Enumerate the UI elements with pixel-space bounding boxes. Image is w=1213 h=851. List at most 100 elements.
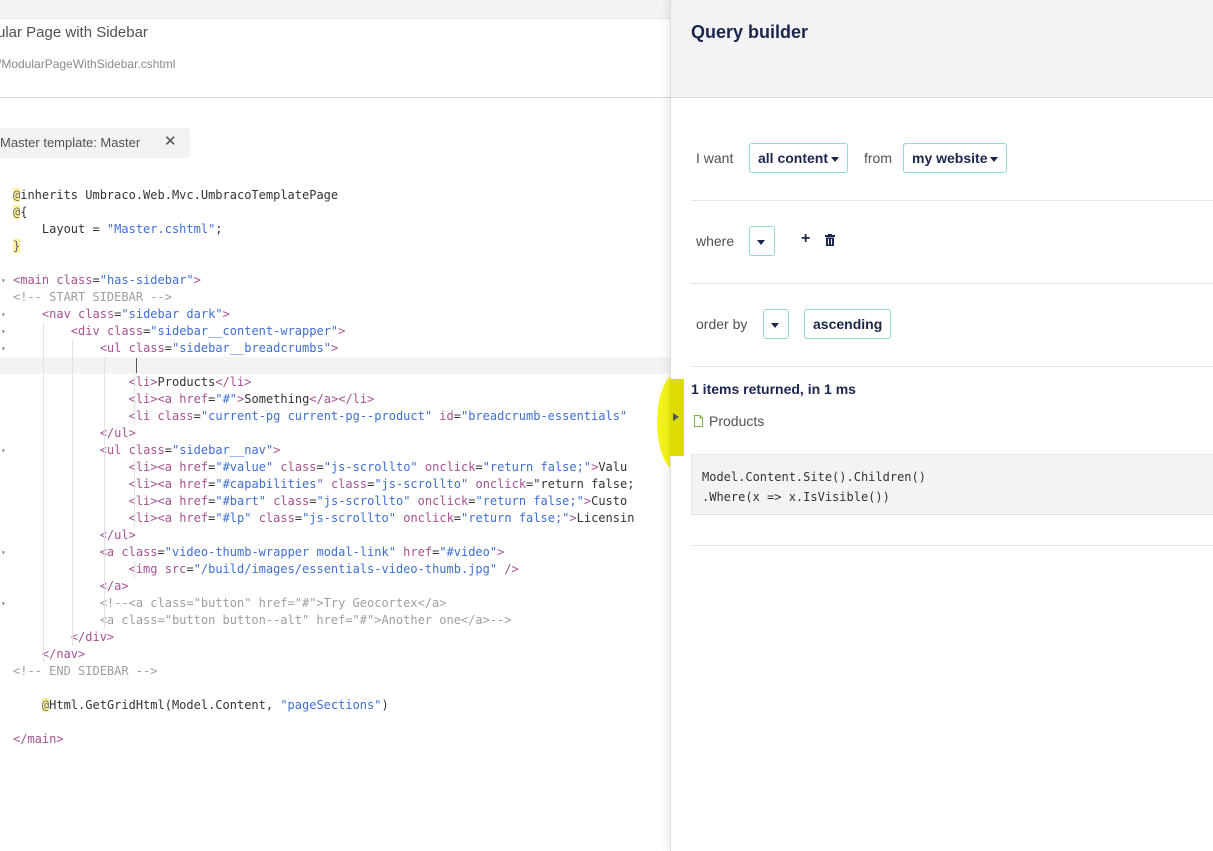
code-line[interactable]: ▾ <main class="has-sidebar">	[0, 272, 670, 289]
code-text: </ul>	[99, 426, 136, 440]
indent-guide	[134, 459, 135, 527]
code-text: </a>	[99, 579, 129, 593]
code-line[interactable]: </main>	[0, 731, 670, 748]
code-line[interactable]: </ul>	[0, 425, 670, 442]
close-icon[interactable]: ✕	[164, 132, 177, 150]
text-cursor	[136, 358, 137, 373]
code-line[interactable]: ▾ <ul class="sidebar__breadcrumbs">	[0, 340, 670, 357]
code-line[interactable]: @inherits Umbraco.Web.Mvc.UmbracoTemplat…	[0, 187, 670, 204]
chevron-right-icon	[673, 413, 679, 421]
master-template-chip[interactable]: Master template: Master ✕	[0, 128, 190, 158]
code-line[interactable]	[0, 714, 670, 731]
code-line[interactable]: <img src="/build/images/essentials-video…	[0, 561, 670, 578]
code-text: </div>	[70, 630, 115, 644]
code-text: <!-- END SIDEBAR -->	[13, 664, 158, 678]
query-builder-panel: Query builder I want all content from my…	[670, 0, 1213, 851]
from-label: from	[864, 150, 892, 166]
code-line[interactable]: <a class="button button--alt" href="#">A…	[0, 612, 670, 629]
code-text: <li><a href="#bart" class="js-scrollto" …	[128, 494, 628, 508]
result-name: Products	[709, 413, 765, 429]
code-line[interactable]: ▾ <!--<a class="button" href="#">Try Geo…	[0, 595, 670, 612]
code-line[interactable]: <li><a href="#bart" class="js-scrollto" …	[0, 493, 670, 510]
code-line[interactable]: </nav>	[0, 646, 670, 663]
master-template-label: Master template: Master	[0, 135, 141, 150]
code-line[interactable]: @Html.GetGridHtml(Model.Content, "pageSe…	[0, 697, 670, 714]
code-text: @{	[13, 205, 28, 219]
source-dropdown[interactable]: my website	[903, 143, 1008, 173]
code-text: </nav>	[41, 647, 86, 661]
code-line[interactable]	[0, 255, 670, 272]
code-line[interactable]: <li><a href="#lp" class="js-scrollto" on…	[0, 510, 670, 527]
code-line[interactable]: </div>	[0, 629, 670, 646]
code-text: @inherits Umbraco.Web.Mvc.UmbracoTemplat…	[13, 188, 339, 202]
code-text: <nav class="sidebar dark">	[41, 307, 230, 321]
order-by-label: order by	[696, 316, 748, 332]
code-text: </ul>	[99, 528, 136, 542]
code-text: <a class="button button--alt" href="#">A…	[13, 613, 512, 627]
fold-toggle-icon[interactable]: ▾	[1, 340, 9, 357]
panel-collapse-handle[interactable]	[670, 379, 684, 456]
code-text: }	[13, 239, 21, 253]
generated-query-code: Model.Content.Site().Children() .Where(x …	[691, 454, 1213, 515]
fold-toggle-icon[interactable]: ▾	[1, 544, 9, 561]
code-line[interactable]: }	[0, 238, 670, 255]
code-line[interactable]: ▾ <a class="video-thumb-wrapper modal-li…	[0, 544, 670, 561]
code-line[interactable]	[0, 357, 670, 374]
order-by-dropdown[interactable]	[763, 309, 789, 339]
indent-guide	[43, 323, 44, 663]
section-divider	[691, 283, 1213, 284]
code-line[interactable]: ▾ <nav class="sidebar dark">	[0, 306, 670, 323]
code-line[interactable]: <!-- START SIDEBAR -->	[0, 289, 670, 306]
code-text: <ul class="sidebar__breadcrumbs">	[99, 341, 339, 355]
code-line[interactable]: <li><a href="#value" class="js-scrollto"…	[0, 459, 670, 476]
sort-direction-button[interactable]: ascending	[804, 309, 892, 339]
code-line[interactable]: <li><a href="#capabilities" class="js-sc…	[0, 476, 670, 493]
code-text: <li class="current-pg current-pg--produc…	[128, 409, 628, 423]
fold-toggle-icon[interactable]: ▾	[1, 595, 9, 612]
source-value: my website	[912, 150, 988, 166]
code-text: <li>Products</li>	[128, 375, 252, 389]
template-name-field[interactable]: ular Page with Sidebar	[0, 24, 148, 41]
code-line[interactable]: </ul>	[0, 527, 670, 544]
query-line: Model.Content.Site().Children()	[702, 470, 926, 484]
code-text: <li><a href="#">Something</a></li>	[128, 392, 375, 406]
code-text: <a class="video-thumb-wrapper modal-link…	[99, 545, 505, 559]
code-line[interactable]: <!-- END SIDEBAR -->	[0, 663, 670, 680]
template-path: /ModularPageWithSidebar.cshtml	[0, 57, 176, 71]
indent-guide	[104, 357, 105, 629]
code-line[interactable]	[0, 680, 670, 697]
code-line[interactable]: Layout = "Master.cshtml";	[0, 221, 670, 238]
code-text: <div class="sidebar__content-wrapper">	[70, 324, 346, 338]
query-line: .Where(x => x.IsVisible())	[702, 490, 890, 504]
content-type-dropdown[interactable]: all content	[749, 143, 849, 173]
code-text: <li><a href="#value" class="js-scrollto"…	[128, 460, 628, 474]
code-text: @Html.GetGridHtml(Model.Content, "pageSe…	[41, 698, 389, 712]
plus-icon[interactable]: +	[801, 230, 810, 248]
trash-icon[interactable]	[825, 234, 835, 246]
fold-toggle-icon[interactable]: ▾	[1, 306, 9, 323]
code-text: <img src="/build/images/essentials-video…	[128, 562, 519, 576]
panel-title: Query builder	[691, 22, 809, 42]
fold-toggle-icon[interactable]: ▾	[1, 442, 9, 459]
fold-toggle-icon[interactable]: ▾	[1, 272, 9, 289]
section-divider	[691, 545, 1213, 546]
code-line[interactable]: ▾ <div class="sidebar__content-wrapper">	[0, 323, 670, 340]
section-divider	[691, 366, 1213, 367]
caret-down-icon	[990, 156, 999, 162]
fold-toggle-icon[interactable]: ▾	[1, 323, 9, 340]
i-want-label: I want	[696, 150, 734, 166]
template-editor: ular Page with Sidebar /ModularPageWithS…	[0, 0, 670, 851]
code-text: <ul class="sidebar__nav">	[99, 443, 281, 457]
document-icon	[694, 415, 703, 427]
where-label: where	[696, 233, 735, 249]
where-dropdown[interactable]	[749, 226, 775, 256]
results-summary: 1 items returned, in 1 ms	[691, 381, 856, 397]
indent-guide	[72, 340, 73, 646]
indent-guide	[134, 561, 135, 578]
code-line[interactable]: <li class="current-pg current-pg--produc…	[0, 408, 670, 425]
code-line[interactable]: ▾ <ul class="sidebar__nav">	[0, 442, 670, 459]
code-line[interactable]: <li>Products</li>	[0, 374, 670, 391]
code-line[interactable]: </a>	[0, 578, 670, 595]
code-line[interactable]: @{	[0, 204, 670, 221]
code-line[interactable]: <li><a href="#">Something</a></li>	[0, 391, 670, 408]
